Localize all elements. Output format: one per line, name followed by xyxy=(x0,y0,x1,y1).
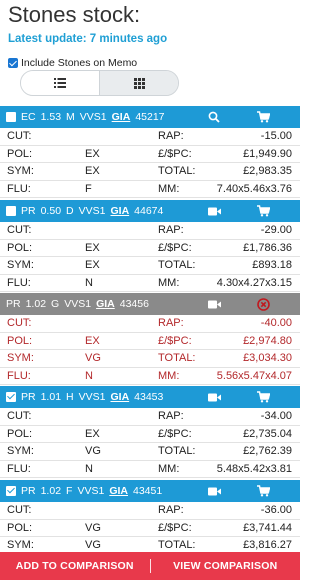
stone-row-flu: FLU: N MM: 5.56x5.47x4.07 xyxy=(0,368,300,385)
stone-summary: PR 0.50 D VVS1 GIA 44674 xyxy=(21,205,168,217)
cart-icon[interactable] xyxy=(256,204,270,218)
stone-clarity: VVS1 xyxy=(78,391,106,403)
stone-clarity: VVS1 xyxy=(64,298,92,310)
search-icon[interactable] xyxy=(207,110,221,124)
stone-shape: EC xyxy=(21,111,36,123)
stone-row-pol: POL: EX £/$PC: £2,735.04 xyxy=(0,426,300,443)
stone-shape: PR xyxy=(21,391,36,403)
add-to-comparison-button[interactable]: ADD TO COMPARISON xyxy=(0,560,150,572)
cart-icon[interactable] xyxy=(256,110,270,124)
stone-card: EC 1.53 M VVS1 GIA 45217 CUT: RAP: -15.00 POL: E… xyxy=(0,106,300,198)
stone-shape: PR xyxy=(21,485,36,497)
stone-clarity: VVS1 xyxy=(79,111,107,123)
grid-view-button[interactable] xyxy=(99,71,178,95)
stone-shape: PR xyxy=(21,205,36,217)
stone-color: M xyxy=(66,111,75,123)
stone-row-sym: SYM: EX TOTAL: £2,983.35 xyxy=(0,163,300,181)
stone-row-cut: CUT: RAP: -15.00 xyxy=(0,128,300,146)
list-view-button[interactable] xyxy=(21,71,99,95)
stone-row-cut: CUT: RAP: -40.00 xyxy=(0,315,300,333)
stone-carat: 1.01 xyxy=(40,391,62,403)
stone-row-flu: FLU: F MM: 7.40x5.46x3.76 xyxy=(0,181,300,198)
stone-row-cut: CUT: RAP: -29.00 xyxy=(0,222,300,240)
stone-card-header[interactable]: PR 0.50 D VVS1 GIA 44674 xyxy=(0,200,300,222)
bottom-bar-divider xyxy=(149,559,151,573)
stone-clarity: VVS1 xyxy=(78,205,106,217)
stone-row-pol: POL: EX £/$PC: £1,949.90 xyxy=(0,146,300,163)
page-title: Stones stock: xyxy=(8,2,141,27)
video-icon[interactable] xyxy=(207,484,221,498)
stone-lab-link[interactable]: GIA xyxy=(110,391,129,403)
stone-row-cut: CUT: RAP: -36.00 xyxy=(0,502,300,520)
stone-row-sym: SYM: EX TOTAL: £893.18 xyxy=(0,257,300,275)
cart-icon[interactable] xyxy=(256,484,270,498)
stone-summary: EC 1.53 M VVS1 GIA 45217 xyxy=(21,111,170,123)
stone-id: 43451 xyxy=(132,485,163,497)
stone-card-header[interactable]: PR 1.02 G VVS1 GIA 43456 xyxy=(0,293,300,315)
stone-id: 43456 xyxy=(119,298,149,310)
stone-row-pol: POL: EX £/$PC: £2,974.80 xyxy=(0,333,300,350)
stone-lab-link[interactable]: GIA xyxy=(112,111,131,123)
stone-carat: 1.02 xyxy=(40,485,62,497)
stone-select-checkbox[interactable] xyxy=(6,486,16,496)
stone-card-header[interactable]: PR 1.02 F VVS1 GIA 43451 xyxy=(0,480,300,502)
video-icon[interactable] xyxy=(207,204,221,218)
stone-carat: 0.50 xyxy=(40,205,62,217)
stone-carat: 1.53 xyxy=(40,111,62,123)
stone-lab-link[interactable]: GIA xyxy=(110,205,129,217)
stone-select-checkbox[interactable] xyxy=(6,392,16,402)
grid-icon xyxy=(133,77,145,89)
view-toggle xyxy=(20,70,179,96)
stone-row-pol: POL: EX £/$PC: £1,786.36 xyxy=(0,240,300,257)
view-comparison-button[interactable]: VIEW COMPARISON xyxy=(151,560,301,572)
stone-card: PR 0.50 D VVS1 GIA 44674 CUT: RAP: -29.00 POL: E… xyxy=(0,200,300,292)
stone-card: PR 1.02 G VVS1 GIA 43456 CUT: RAP: -40.00 POL: E… xyxy=(0,293,300,385)
stone-row-flu: FLU: N MM: 5.48x5.42x3.81 xyxy=(0,461,300,478)
stone-row-flu: FLU: N MM: 4.30x4.27x3.15 xyxy=(0,275,300,292)
stone-clarity: VVS1 xyxy=(77,485,105,497)
last-update-text: Latest update: 7 minutes ago xyxy=(8,33,168,45)
stone-row-pol: POL: VG £/$PC: £3,741.44 xyxy=(0,520,300,537)
stone-summary: PR 1.02 F VVS1 GIA 43451 xyxy=(21,485,167,497)
stone-shape: PR xyxy=(6,298,21,310)
stone-row-sym: SYM: VG TOTAL: £3,034.30 xyxy=(0,350,300,368)
include-memo-option[interactable]: Include Stones on Memo xyxy=(8,57,137,69)
stone-card: PR 1.01 H VVS1 GIA 43453 CUT: RAP: -34.00 POL: E… xyxy=(0,386,300,478)
stone-lab-link[interactable]: GIA xyxy=(96,298,115,310)
stone-id: 45217 xyxy=(135,111,165,123)
stone-color: G xyxy=(51,298,60,310)
comparison-bar: ADD TO COMPARISON VIEW COMPARISON xyxy=(0,552,300,580)
stone-carat: 1.02 xyxy=(25,298,47,310)
stone-select-checkbox[interactable] xyxy=(6,206,16,216)
stone-color: F xyxy=(66,485,73,497)
unavailable-icon[interactable] xyxy=(256,297,270,311)
stone-lab-link[interactable]: GIA xyxy=(109,485,128,497)
stone-row-cut: CUT: RAP: -34.00 xyxy=(0,408,300,426)
cart-icon[interactable] xyxy=(256,390,270,404)
stone-card: PR 1.02 F VVS1 GIA 43451 CUT: RAP: -36.00 POL: V… xyxy=(0,480,300,555)
video-icon[interactable] xyxy=(207,390,221,404)
stone-summary: PR 1.01 H VVS1 GIA 43453 xyxy=(21,391,168,403)
include-memo-checkbox[interactable] xyxy=(8,58,18,68)
stone-id: 43453 xyxy=(134,391,164,403)
video-icon[interactable] xyxy=(207,297,221,311)
list-icon xyxy=(54,78,66,88)
stone-summary: PR 1.02 G VVS1 GIA 43456 xyxy=(6,298,154,310)
stone-card-header[interactable]: PR 1.01 H VVS1 GIA 43453 xyxy=(0,386,300,408)
stone-card-header[interactable]: EC 1.53 M VVS1 GIA 45217 xyxy=(0,106,300,128)
stone-select-checkbox[interactable] xyxy=(6,112,16,122)
stone-row-sym: SYM: VG TOTAL: £2,762.39 xyxy=(0,443,300,461)
stone-color: D xyxy=(66,205,74,217)
stone-color: H xyxy=(66,391,74,403)
include-memo-label: Include Stones on Memo xyxy=(21,57,138,69)
stone-id: 44674 xyxy=(134,205,164,217)
